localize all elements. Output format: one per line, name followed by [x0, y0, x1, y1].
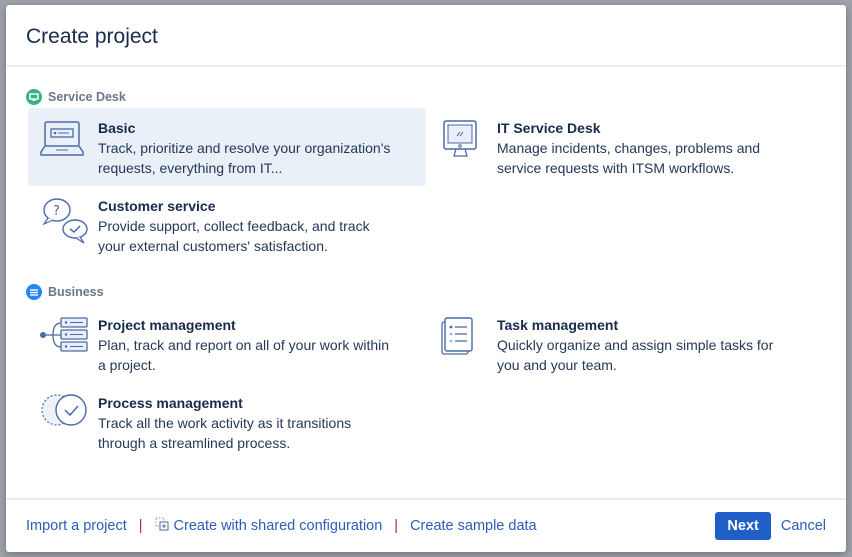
template-title: Task management: [497, 317, 619, 333]
template-it-service-desk[interactable]: IT Service Desk Manage incidents, changes…: [427, 108, 825, 186]
shared-config-icon: [155, 517, 169, 535]
template-desc: Plan, track and report on all of your wo…: [98, 337, 390, 373]
template-title: Process management: [98, 395, 243, 411]
template-desc: Track all the work activity as it transi…: [98, 415, 352, 451]
section-label: Business: [48, 285, 104, 299]
import-project-link[interactable]: Import a project: [26, 518, 127, 534]
template-basic[interactable]: Basic Track, prioritize and resolve your …: [28, 108, 426, 186]
template-title: Customer service: [98, 198, 216, 214]
template-desc: Manage incidents, changes, problems and …: [497, 140, 761, 176]
section-business: Business: [26, 281, 846, 303]
service-desk-icon: [26, 89, 42, 105]
create-project-dialog: Create project Service Desk Basic Track, …: [6, 5, 846, 552]
separator: |: [138, 518, 143, 534]
dialog-title: Create project: [26, 25, 158, 48]
process-check-icon: [40, 393, 98, 445]
monitor-icon: [439, 118, 497, 170]
template-task-management[interactable]: Task management Quickly organize and assi…: [427, 305, 825, 383]
hierarchy-list-icon: [40, 315, 98, 367]
checklist-icon: [439, 315, 497, 367]
laptop-icon: [40, 118, 98, 170]
separator: |: [394, 518, 399, 534]
dialog-footer: Import a project | Create with shared co…: [6, 498, 846, 552]
template-project-management[interactable]: Project management Plan, track and report…: [28, 305, 426, 383]
template-desc: Quickly organize and assign simple tasks…: [497, 337, 774, 373]
template-title: Basic: [98, 120, 136, 136]
cancel-button[interactable]: Cancel: [781, 518, 826, 534]
section-label: Service Desk: [48, 90, 126, 104]
next-button[interactable]: Next: [715, 512, 771, 540]
chat-bubbles-icon: ?: [40, 196, 98, 248]
template-process-management[interactable]: Process management Track all the work act…: [28, 383, 426, 461]
create-sample-data-link[interactable]: Create sample data: [410, 518, 537, 534]
template-desc: Provide support, collect feedback, and t…: [98, 218, 370, 254]
template-title: IT Service Desk: [497, 120, 601, 136]
create-shared-config-link[interactable]: Create with shared configuration: [174, 518, 383, 534]
business-icon: [26, 284, 42, 300]
template-desc: Track, prioritize and resolve your organ…: [98, 140, 391, 176]
section-service-desk: Service Desk: [26, 86, 846, 108]
template-title: Project management: [98, 317, 236, 333]
template-customer-service[interactable]: ? Customer service Provide support, colle…: [28, 186, 426, 264]
svg-text:?: ?: [53, 204, 60, 219]
